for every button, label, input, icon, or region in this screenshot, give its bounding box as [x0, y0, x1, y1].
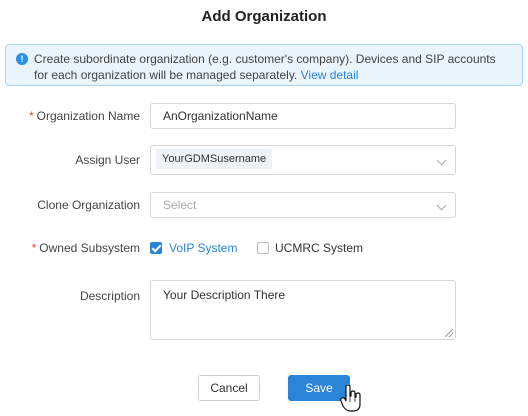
user-tag: YourGDMSusername: [156, 149, 273, 169]
info-icon: !: [16, 53, 28, 65]
assign-user-select[interactable]: YourGDMSusername: [150, 145, 456, 175]
required-mark: *: [28, 109, 34, 123]
cancel-button[interactable]: Cancel: [198, 375, 260, 401]
hand-cursor-icon: [340, 385, 361, 412]
description-textarea[interactable]: Your Description There: [150, 280, 456, 340]
assign-user-label: Assign User: [75, 153, 140, 167]
clone-org-select[interactable]: Select: [150, 192, 456, 218]
clone-org-placeholder: Select: [163, 198, 197, 212]
org-name-input[interactable]: AnOrganizationName: [150, 103, 456, 129]
clone-org-label: Clone Organization: [37, 198, 140, 212]
description-text: Your Description There: [163, 288, 286, 302]
chevron-down-icon: [436, 155, 447, 166]
description-label: Description: [79, 289, 140, 303]
ucmrc-system-checkbox[interactable]: [257, 242, 269, 254]
dialog-title: Add Organization: [201, 8, 327, 25]
info-text: Create subordinate organization (e.g. cu…: [34, 52, 496, 82]
voip-system-checkbox[interactable]: [150, 242, 162, 254]
org-name-label: * Organization Name: [28, 109, 140, 123]
view-detail-link[interactable]: View detail: [301, 68, 359, 82]
info-banner: ! Create subordinate organization (e.g. …: [5, 44, 523, 86]
subsystem-label: * Owned Subsystem: [31, 241, 140, 255]
ucmrc-system-label[interactable]: UCMRC System: [275, 241, 363, 255]
required-mark: *: [31, 241, 37, 255]
resize-handle-icon[interactable]: [445, 329, 453, 337]
voip-system-label[interactable]: VoIP System: [169, 241, 237, 255]
chevron-down-icon: [436, 200, 447, 211]
